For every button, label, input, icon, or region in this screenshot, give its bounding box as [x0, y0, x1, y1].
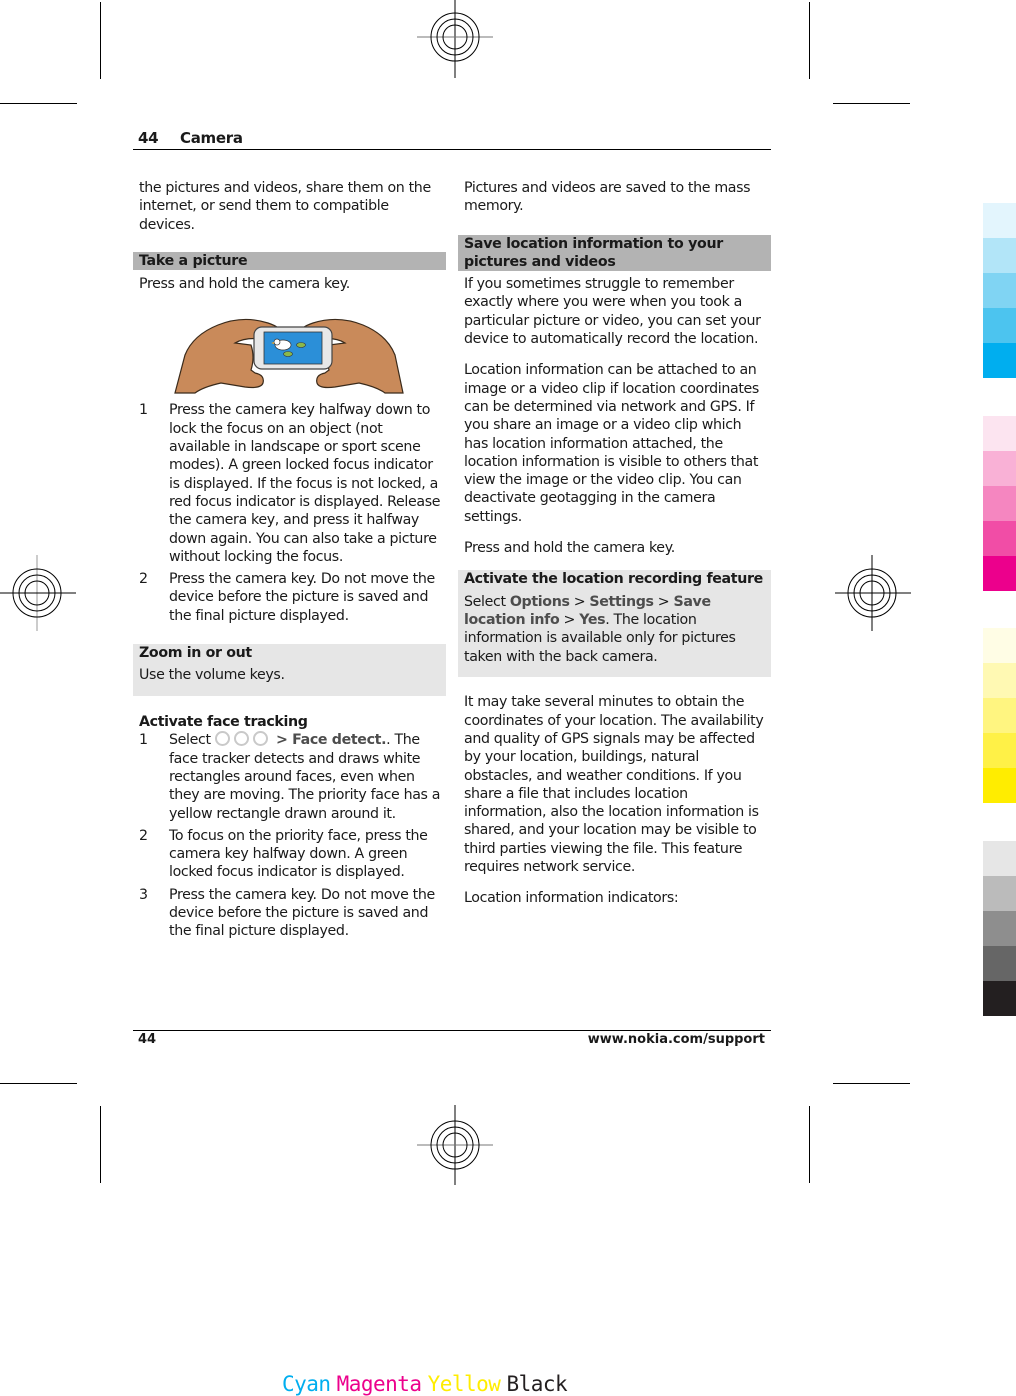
color-swatch: [983, 556, 1016, 591]
text: Select: [464, 593, 506, 610]
activate-location-box: Activate the location recording feature …: [458, 570, 771, 678]
separation-label-cyan: Cyan: [282, 1372, 331, 1396]
step-text: Press the camera key halfway down to loc…: [169, 402, 441, 565]
take-picture-text: Press and hold the camera key.: [139, 276, 350, 293]
list-item: 3 Press the camera key. Do not move the d…: [133, 886, 446, 941]
color-swatch: [983, 451, 1016, 486]
step-number: 1: [139, 402, 148, 419]
color-swatch: [983, 203, 1016, 238]
menu-icon: [252, 731, 268, 747]
color-swatch: [983, 981, 1016, 1016]
header-rule: [133, 149, 771, 150]
color-swatch: [983, 273, 1016, 308]
zoom-text: Use the volume keys.: [139, 667, 285, 684]
paragraph: It may take several minutes to obtain th…: [464, 694, 764, 876]
paragraph: If you sometimes struggle to remember ex…: [464, 276, 761, 348]
color-swatch: [983, 876, 1016, 911]
registration-mark-icon: [0, 555, 76, 631]
color-swatch: [983, 946, 1016, 981]
crop-mark: [809, 2, 810, 79]
ui-path-face-detect: > Face detect.: [276, 732, 387, 749]
menu-icon: [233, 731, 249, 747]
section-heading-zoom: Zoom in or out: [139, 645, 252, 662]
take-picture-steps: 1 Press the camera key halfway down to lo…: [133, 401, 446, 625]
step-text: To focus on the priority face, press the…: [169, 827, 428, 881]
list-item: 1 Press the camera key halfway down to lo…: [133, 401, 446, 566]
step-number: 1: [139, 732, 148, 749]
section-heading-face-tracking: Activate face tracking: [139, 714, 308, 731]
zoom-box: Zoom in or out Use the volume keys.: [133, 644, 446, 697]
footer-url: www.nokia.com/support: [587, 1032, 765, 1047]
separator: >: [569, 593, 590, 610]
color-swatch: [983, 841, 1016, 876]
color-swatch: [983, 768, 1016, 803]
crop-mark: [0, 1083, 77, 1084]
color-swatch: [983, 308, 1016, 343]
list-item: 2 Press the camera key. Do not move the d…: [133, 570, 446, 625]
color-bar-cyan: [983, 203, 1016, 378]
separator: >: [559, 611, 580, 628]
ui-path-options: Options: [509, 593, 570, 610]
ui-path-settings: Settings: [589, 593, 654, 610]
menu-icon: [214, 731, 230, 747]
crop-mark: [100, 2, 101, 79]
separation-label-magenta: Magenta: [336, 1372, 423, 1396]
step-text-pre: Select: [169, 732, 211, 749]
step-number: 2: [139, 827, 148, 844]
intro-paragraph: Pictures and videos are saved to the mas…: [464, 180, 751, 215]
color-bar-magenta: [983, 416, 1016, 591]
right-column: Pictures and videos are saved to the mas…: [458, 179, 771, 908]
activate-location-text: Select Options > Settings > Save locatio…: [458, 593, 771, 666]
color-bar-black: [983, 841, 1016, 1016]
color-swatch: [983, 698, 1016, 733]
ui-path-yes: Yes: [579, 611, 606, 628]
step-number: 2: [139, 571, 148, 588]
color-swatch: [983, 911, 1016, 946]
registration-mark-icon: [417, 0, 493, 78]
registration-mark-icon: [417, 1105, 493, 1185]
step-number: 3: [139, 886, 148, 903]
color-swatch: [983, 416, 1016, 451]
color-bar-yellow: [983, 628, 1016, 803]
color-swatch: [983, 733, 1016, 768]
color-swatch: [983, 486, 1016, 521]
paragraph: Location information indicators:: [464, 890, 679, 907]
registration-mark-icon: [835, 555, 911, 631]
color-swatch: [983, 238, 1016, 273]
color-swatch: [983, 663, 1016, 698]
color-swatch: [983, 343, 1016, 378]
crop-mark: [809, 1106, 810, 1183]
separator: >: [653, 593, 674, 610]
section-heading-take-picture: Take a picture: [133, 251, 446, 271]
color-swatch: [983, 628, 1016, 663]
step-text: Press the camera key. Do not move the de…: [169, 886, 435, 940]
separation-label-yellow: Yellow: [427, 1372, 501, 1396]
footer-rule: [133, 1030, 771, 1031]
list-item: 1 Select > Face detect.. The face tracker…: [133, 731, 446, 822]
crop-mark: [100, 1106, 101, 1183]
separation-labels: Cyan Magenta Yellow Black: [282, 1372, 568, 1396]
crop-mark: [833, 1083, 910, 1084]
separation-label-black: Black: [506, 1372, 568, 1396]
left-column: the pictures and videos, share them on t…: [133, 179, 446, 945]
crop-mark: [0, 103, 77, 104]
intro-paragraph: the pictures and videos, share them on t…: [139, 180, 431, 233]
section-heading-activate-location: Activate the location recording feature: [464, 571, 763, 588]
list-item: 2 To focus on the priority face, press th…: [133, 827, 446, 882]
crop-mark: [833, 103, 910, 104]
color-swatch: [983, 521, 1016, 556]
section-heading-save-location: Save location information to your pictur…: [458, 234, 771, 272]
paragraph: Location information can be attached to …: [464, 362, 759, 525]
hands-holding-phone-illustration: [174, 319, 404, 395]
header-section-title: Camera: [180, 129, 243, 147]
face-tracking-steps: 1 Select > Face detect.. The face tracker…: [133, 731, 446, 940]
paragraph: Press and hold the camera key.: [464, 540, 675, 557]
footer-page-number: 44: [138, 1032, 157, 1047]
step-text: Press the camera key. Do not move the de…: [169, 571, 435, 624]
header-page-number: 44: [138, 129, 159, 147]
